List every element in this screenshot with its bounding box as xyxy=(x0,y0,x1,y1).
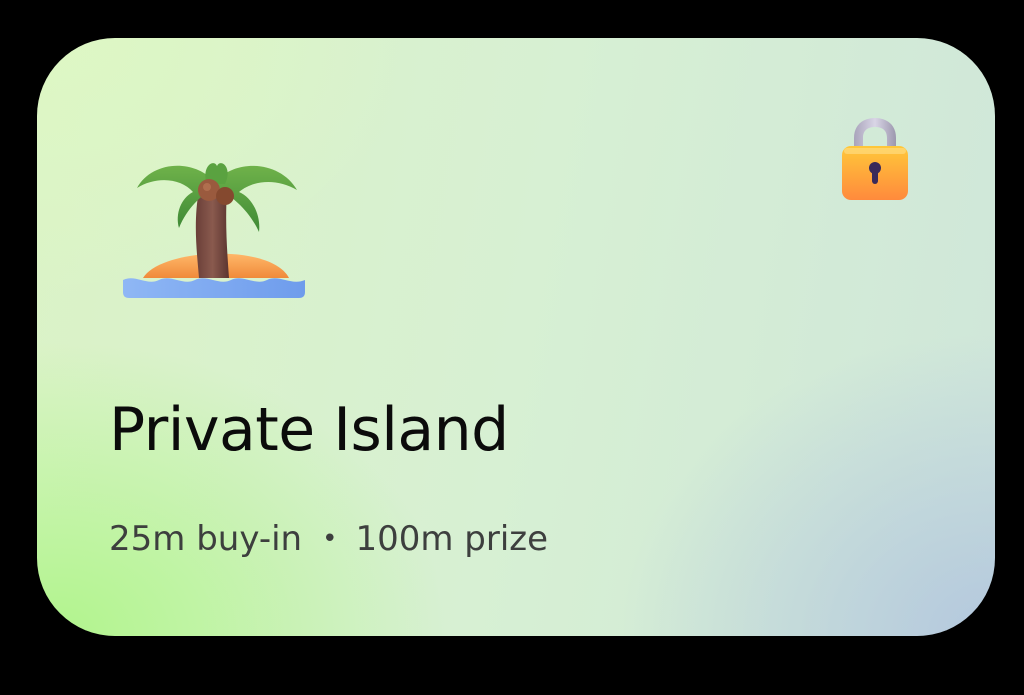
challenge-card[interactable]: Private Island 25m buy-in • 100m prize xyxy=(37,38,995,636)
card-title: Private Island xyxy=(109,395,509,465)
lock-icon xyxy=(842,118,908,200)
buy-in-amount: 25m buy-in xyxy=(109,519,303,559)
desert-island-icon xyxy=(123,163,305,298)
card-details: 25m buy-in • 100m prize xyxy=(109,516,548,562)
prize-amount: 100m prize xyxy=(355,519,549,559)
separator-dot: • xyxy=(322,524,338,554)
